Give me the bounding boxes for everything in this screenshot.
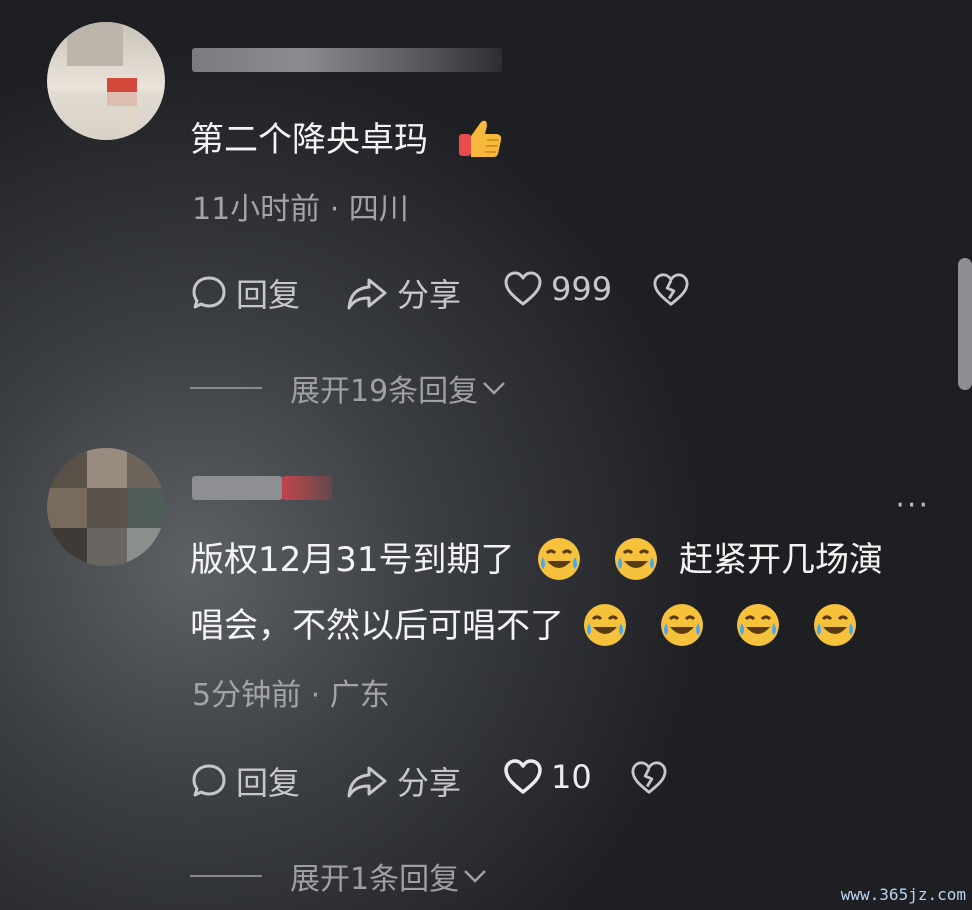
rofl-emoji bbox=[583, 603, 626, 646]
reply-button[interactable]: 回复 bbox=[190, 758, 300, 804]
reply-bubble-icon bbox=[192, 276, 226, 309]
rofl-emoji bbox=[615, 537, 658, 580]
comment-text-line1: 版权12月31号到期了 赶紧开几场演 bbox=[190, 537, 883, 583]
share-arrow-icon bbox=[347, 766, 387, 798]
broken-heart-icon bbox=[653, 273, 689, 306]
heart-icon bbox=[504, 759, 542, 794]
username[interactable] bbox=[192, 48, 502, 72]
rofl-emoji bbox=[538, 537, 581, 580]
like-button[interactable]: 999 bbox=[503, 270, 612, 308]
broken-heart-icon bbox=[631, 761, 667, 794]
rofl-emoji bbox=[814, 603, 857, 646]
avatar[interactable] bbox=[47, 22, 165, 140]
thumbs-up-emoji bbox=[458, 120, 501, 157]
expand-replies[interactable]: 展开19条回复 bbox=[190, 366, 508, 410]
avatar[interactable] bbox=[47, 448, 165, 566]
more-options-button[interactable]: ··· bbox=[895, 488, 930, 523]
chevron-down-icon bbox=[464, 870, 486, 883]
reply-bubble-icon bbox=[192, 764, 226, 797]
rofl-emoji bbox=[737, 603, 780, 646]
share-arrow-icon bbox=[347, 278, 387, 310]
dislike-button[interactable] bbox=[652, 272, 698, 308]
comment-meta: 5分钟前 · 广东 bbox=[192, 678, 390, 713]
comment-text: 第二个降央卓玛 bbox=[190, 120, 503, 162]
username-badge bbox=[282, 476, 332, 500]
reply-button[interactable]: 回复 bbox=[190, 270, 300, 316]
divider bbox=[190, 387, 262, 389]
heart-icon bbox=[504, 271, 542, 306]
username[interactable] bbox=[192, 476, 282, 500]
expand-replies[interactable]: 展开1条回复 bbox=[190, 854, 489, 898]
chevron-down-icon bbox=[483, 382, 506, 395]
rofl-emoji bbox=[660, 603, 703, 646]
like-button[interactable]: 10 bbox=[503, 758, 592, 796]
dislike-button[interactable] bbox=[630, 760, 676, 796]
divider bbox=[190, 875, 262, 877]
comment-text-line2: 唱会，不然以后可唱不了 bbox=[190, 603, 859, 649]
watermark: www.365jz.com bbox=[840, 885, 966, 904]
comment-meta: 11小时前 · 四川 bbox=[192, 192, 409, 227]
scrollbar[interactable] bbox=[958, 258, 972, 390]
share-button[interactable]: 分享 bbox=[345, 758, 461, 804]
share-button[interactable]: 分享 bbox=[345, 270, 461, 316]
